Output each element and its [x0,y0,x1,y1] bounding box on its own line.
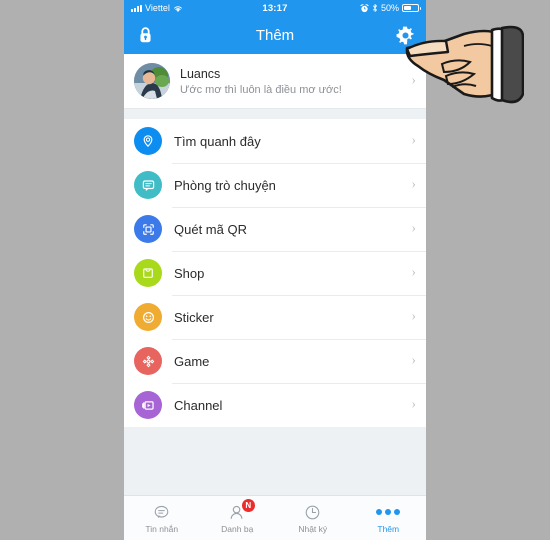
page-title: Thêm [255,26,295,44]
tab-label: Danh bạ [221,524,254,534]
smiley-face-icon [134,303,162,331]
location-pin-icon [134,127,162,155]
battery-percent-label: 50% [380,3,399,13]
tab-nhat-ky[interactable]: Nhật ký [275,496,351,540]
phone-screen: Viettel 13:17 50% Thêm Luancs Ước mơ thì… [124,0,426,540]
profile-status: Ước mơ thì luôn là điều mơ ước! [180,83,342,96]
menu-item-channel[interactable]: Channel › [124,383,426,427]
battery-icon [402,3,421,13]
menu-item-label: Channel [174,397,223,413]
menu-item-tim-quanh-day[interactable]: Tìm quanh đây › [124,119,426,163]
menu-item-quet-ma-qr[interactable]: Quét mã QR › [124,207,426,251]
menu-item-game[interactable]: Game › [124,339,426,383]
chevron-right-icon: › [411,353,416,368]
badge-count: N [241,499,255,512]
clock-icon [303,502,322,522]
profile-row[interactable]: Luancs Ước mơ thì luôn là điều mơ ước! › [124,54,426,109]
tab-them[interactable]: Thêm [351,496,427,540]
more-dots-icon [376,502,401,522]
menu-item-phong-tro-chuyen[interactable]: Phòng trò chuyện › [124,163,426,207]
profile-text: Luancs Ước mơ thì luôn là điều mơ ước! [180,67,411,96]
menu-item-label: Sticker [174,309,214,325]
shopping-bag-icon [134,259,162,287]
qr-scan-icon [134,215,162,243]
status-bar: Viettel 13:17 50% [124,0,426,16]
tab-label: Tin nhắn [145,524,179,534]
nav-bar: Thêm [124,16,426,54]
menu-item-label: Tìm quanh đây [174,133,261,149]
tab-danh-ba[interactable]: N Danh bạ [200,496,276,540]
chevron-right-icon: › [411,177,416,192]
menu-list: Tìm quanh đây › Phòng trò chuyện › Quét … [124,119,426,427]
bluetooth-icon [373,4,377,12]
chevron-right-icon: › [411,397,416,412]
chat-bubble-icon [134,171,162,199]
section-divider [124,109,426,119]
screenshot-stage: Viettel 13:17 50% Thêm Luancs Ước mơ thì… [0,0,550,540]
message-icon [152,502,171,522]
chevron-right-icon: › [411,221,416,236]
chevron-right-icon: › [411,133,416,148]
menu-item-label: Game [174,353,210,369]
chevron-right-icon: › [411,265,416,280]
gamepad-icon [134,347,162,375]
lock-icon[interactable] [134,24,156,46]
tab-tin-nhan[interactable]: Tin nhắn [124,496,200,540]
menu-item-label: Phòng trò chuyện [174,177,276,193]
alarm-clock-icon [360,3,369,12]
gear-icon[interactable] [394,24,416,46]
profile-name: Luancs [180,66,221,81]
tab-label: Thêm [377,524,400,534]
menu-item-shop[interactable]: Shop › [124,251,426,295]
tab-label: Nhật ký [298,524,328,534]
bottom-tab-bar: Tin nhắn N Danh bạ Nhật ký Thêm [124,495,426,540]
menu-item-label: Shop [174,265,205,281]
avatar [134,63,170,99]
contacts-icon: N [228,499,255,522]
pointing-hand-cursor [405,25,524,104]
menu-item-sticker[interactable]: Sticker › [124,295,426,339]
menu-item-label: Quét mã QR [174,221,247,237]
status-bar-right: 50% [360,3,421,13]
channel-icon [134,391,162,419]
chevron-right-icon: › [411,309,416,324]
